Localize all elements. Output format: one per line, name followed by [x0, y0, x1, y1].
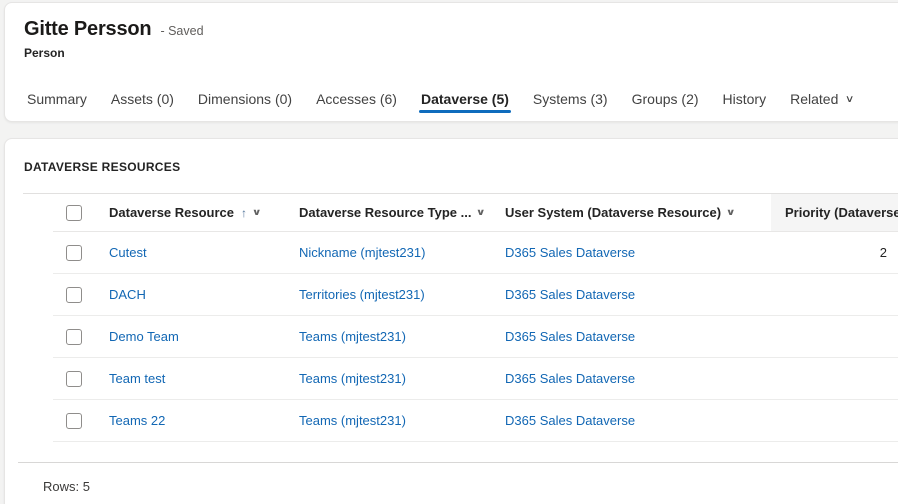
column-header-priority[interactable]: Priority (Dataverse Resource)	[771, 194, 898, 231]
table-row[interactable]: Teams 22 Teams (mjtest231) D365 Sales Da…	[53, 400, 898, 442]
row-checkbox[interactable]	[66, 371, 82, 387]
tab-history[interactable]: History	[711, 77, 779, 121]
grid-empty-space	[53, 442, 898, 462]
dataverse-resource-type-link[interactable]: Territories (mjtest231)	[299, 287, 425, 302]
tab-related[interactable]: Related ∨	[778, 77, 866, 121]
dataverse-resource-type-link[interactable]: Nickname (mjtest231)	[299, 245, 425, 260]
dataverse-resource-type-link[interactable]: Teams (mjtest231)	[299, 371, 406, 386]
dataverse-resources-grid: Dataverse Resource ↑ ∨ Dataverse Resourc…	[53, 194, 898, 462]
tab-accesses-6[interactable]: Accesses (6)	[304, 77, 409, 121]
row-checkbox[interactable]	[66, 245, 82, 261]
grid-header-row: Dataverse Resource ↑ ∨ Dataverse Resourc…	[53, 194, 898, 232]
tab-dimensions-0[interactable]: Dimensions (0)	[186, 77, 304, 121]
user-system-link[interactable]: D365 Sales Dataverse	[505, 329, 635, 344]
tab-assets-0[interactable]: Assets (0)	[99, 77, 186, 121]
tab-summary[interactable]: Summary	[15, 77, 99, 121]
table-row[interactable]: Team test Teams (mjtest231) D365 Sales D…	[53, 358, 898, 400]
user-system-link[interactable]: D365 Sales Dataverse	[505, 413, 635, 428]
row-checkbox-cell	[53, 329, 95, 345]
row-checkbox-cell	[53, 245, 95, 261]
page: Gitte Persson - Saved Person Summary Ass…	[0, 0, 898, 504]
dataverse-resource-link[interactable]: Teams 22	[109, 413, 165, 428]
entity-type-label: Person	[24, 46, 898, 60]
dataverse-resource-link[interactable]: Cutest	[109, 245, 147, 260]
column-header-user-system[interactable]: User System (Dataverse Resource) ∨	[491, 194, 771, 231]
tab-groups-2[interactable]: Groups (2)	[620, 77, 711, 121]
priority-value: 2	[771, 245, 898, 260]
row-checkbox[interactable]	[66, 329, 82, 345]
dataverse-resource-link[interactable]: Team test	[109, 371, 165, 386]
chevron-down-icon: ∨	[845, 94, 855, 105]
row-checkbox-cell	[53, 413, 95, 429]
grid-bottom-divider	[18, 462, 898, 463]
dataverse-resource-link[interactable]: DACH	[109, 287, 146, 302]
row-checkbox[interactable]	[66, 413, 82, 429]
page-title: Gitte Persson	[24, 18, 151, 41]
record-header-card: Gitte Persson - Saved Person Summary Ass…	[4, 2, 898, 122]
select-all-checkbox[interactable]	[66, 205, 82, 221]
dataverse-resource-type-link[interactable]: Teams (mjtest231)	[299, 413, 406, 428]
row-checkbox[interactable]	[66, 287, 82, 303]
active-tab-underline	[419, 110, 511, 113]
rows-count: Rows: 5	[43, 479, 898, 494]
user-system-link[interactable]: D365 Sales Dataverse	[505, 287, 635, 302]
chevron-down-icon: ∨	[726, 207, 736, 218]
table-row[interactable]: DACH Territories (mjtest231) D365 Sales …	[53, 274, 898, 316]
row-checkbox-cell	[53, 287, 95, 303]
tab-systems-3[interactable]: Systems (3)	[521, 77, 620, 121]
table-row[interactable]: Demo Team Teams (mjtest231) D365 Sales D…	[53, 316, 898, 358]
tab-dataverse-5[interactable]: Dataverse (5)	[409, 77, 521, 121]
table-row[interactable]: Cutest Nickname (mjtest231) D365 Sales D…	[53, 232, 898, 274]
user-system-link[interactable]: D365 Sales Dataverse	[505, 371, 635, 386]
grid-body: Cutest Nickname (mjtest231) D365 Sales D…	[53, 232, 898, 442]
grid-section-title: DATAVERSE RESOURCES	[5, 139, 898, 174]
column-header-dataverse-resource-type[interactable]: Dataverse Resource Type ... ∨	[285, 194, 491, 231]
sort-ascending-icon: ↑	[241, 206, 247, 220]
select-all-cell	[53, 194, 95, 231]
dataverse-resource-link[interactable]: Demo Team	[109, 329, 179, 344]
save-status: - Saved	[160, 24, 203, 38]
chevron-down-icon: ∨	[252, 207, 262, 218]
title-row: Gitte Persson - Saved	[5, 3, 898, 41]
row-checkbox-cell	[53, 371, 95, 387]
column-header-dataverse-resource[interactable]: Dataverse Resource ↑ ∨	[95, 194, 285, 231]
dataverse-resources-card: DATAVERSE RESOURCES Dataverse Resource ↑…	[4, 138, 898, 504]
chevron-down-icon: ∨	[476, 207, 486, 218]
tab-list: Summary Assets (0) Dimensions (0) Access…	[15, 77, 898, 121]
dataverse-resource-type-link[interactable]: Teams (mjtest231)	[299, 329, 406, 344]
user-system-link[interactable]: D365 Sales Dataverse	[505, 245, 635, 260]
tab-related-label: Related	[790, 91, 838, 107]
